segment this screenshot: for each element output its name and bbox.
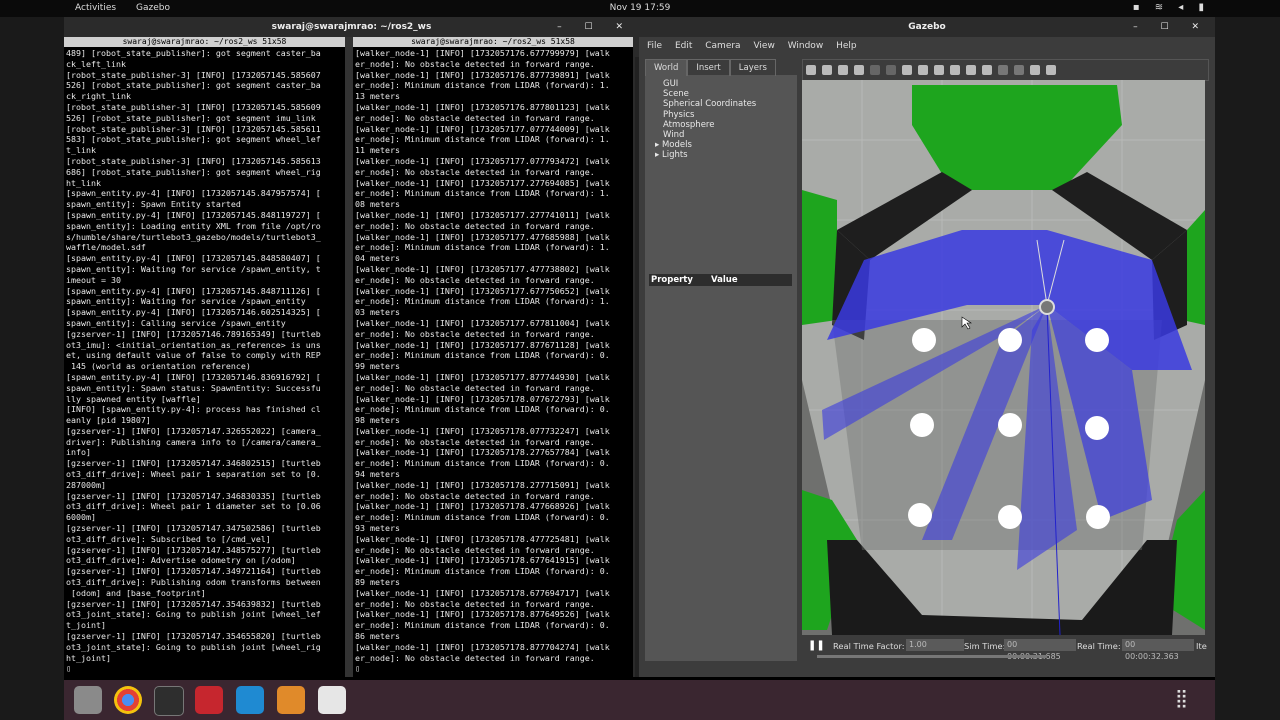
property-column-header: Property (651, 275, 693, 285)
tree-item-models[interactable]: ▸ Models (655, 140, 797, 151)
tree-item-lights[interactable]: ▸ Lights (655, 150, 797, 161)
undo-icon[interactable] (870, 65, 880, 75)
rotate-tool-icon[interactable] (838, 65, 848, 75)
robot (1039, 299, 1055, 315)
pane-divider[interactable] (345, 37, 353, 677)
menu-camera[interactable]: Camera (705, 41, 740, 51)
rtf-label: Real Time Factor: (833, 641, 905, 651)
menu-edit[interactable]: Edit (675, 41, 692, 51)
green-wall-left (802, 190, 837, 325)
clock[interactable]: Nov 19 17:59 (0, 3, 1280, 13)
point-light-icon[interactable] (950, 65, 960, 75)
tree-item-scene[interactable]: Scene (663, 89, 797, 99)
tree-item-label: Models (661, 140, 692, 151)
gazebo-icon[interactable] (277, 686, 305, 714)
menu-bar: File Edit Camera View Window Help (639, 37, 1215, 55)
snap-icon[interactable] (1046, 65, 1056, 75)
pane-title: swaraj@swarajmrao: ~/ros2_ws 51x58 (353, 37, 633, 47)
copy-icon[interactable] (998, 65, 1008, 75)
paste-icon[interactable] (1014, 65, 1024, 75)
window-controls[interactable]: – ☐ ✕ (1133, 17, 1209, 37)
terminal-icon[interactable] (154, 686, 184, 716)
real-time-value: 00 00:00:32.363 (1122, 639, 1194, 661)
menu-help[interactable]: Help (836, 41, 857, 51)
expand-arrow-icon[interactable]: ▸ (655, 150, 662, 160)
box-shape-icon[interactable] (902, 65, 912, 75)
window-controls[interactable]: – ☐ ✕ (557, 17, 633, 37)
tree-item-atmosphere[interactable]: Atmosphere (663, 120, 797, 130)
recycle-bin-icon[interactable] (318, 686, 346, 714)
pane-title: swaraj@swarajmrao: ~/ros2_ws 51x58 (64, 37, 345, 47)
terminal-window: swaraj@swarajmrao: ~/ros2_ws – ☐ ✕ swara… (64, 17, 639, 677)
align-icon[interactable] (1030, 65, 1040, 75)
tab-world[interactable]: World (645, 59, 688, 76)
spot-light-icon[interactable] (966, 65, 976, 75)
panel-tabs: World Insert Layers (645, 59, 797, 76)
gazebo-title: Gazebo (908, 22, 946, 32)
value-column-header: Value (711, 275, 738, 285)
terminator-icon[interactable] (195, 686, 223, 714)
tab-insert[interactable]: Insert (687, 59, 730, 76)
system-tray[interactable]: ▪ ≋ ◂ ▮ (1133, 2, 1210, 13)
scale-tool-icon[interactable] (854, 65, 864, 75)
terminal-titlebar[interactable]: swaraj@swarajmrao: ~/ros2_ws – ☐ ✕ (64, 17, 639, 37)
terminal-title: swaraj@swarajmrao: ~/ros2_ws (271, 22, 432, 32)
desktop-right (1215, 17, 1280, 720)
iterations-label: Ite (1196, 641, 1207, 651)
pause-icon[interactable]: ❚❚ (808, 640, 825, 651)
desktop-left (0, 17, 64, 720)
menu-view[interactable]: View (753, 41, 774, 51)
world-tree: GUI Scene Spherical Coordinates Physics … (645, 75, 797, 161)
tree-item-label: Lights (661, 150, 688, 161)
terminal-pane-right[interactable]: swaraj@swarajmrao: ~/ros2_ws 51x58 [walk… (353, 37, 633, 677)
log-output: 489] [robot_state_publisher]: got segmen… (66, 48, 321, 674)
tree-item-spherical-coordinates[interactable]: Spherical Coordinates (663, 99, 797, 109)
expand-arrow-icon[interactable]: ▸ (655, 140, 662, 150)
dock: ⣿ (64, 680, 1215, 720)
tree-item-gui[interactable]: GUI (663, 79, 797, 89)
status-bar: ❚❚ Real Time Factor: 1.00 Sim Time: 00 0… (802, 635, 1207, 661)
scene-render[interactable] (802, 80, 1205, 635)
tree-item-physics[interactable]: Physics (663, 110, 797, 120)
app-grid-icon[interactable]: ⣿ (1175, 690, 1193, 708)
rtf-value: 1.00 (906, 639, 964, 651)
files-icon[interactable] (74, 686, 102, 714)
menu-file[interactable]: File (647, 41, 662, 51)
directional-light-icon[interactable] (982, 65, 992, 75)
property-table-header: Property Value (649, 274, 792, 286)
sim-time-label: Sim Time: (964, 641, 1006, 651)
chrome-icon[interactable] (114, 686, 142, 714)
terminal-pane-left[interactable]: swaraj@swarajmrao: ~/ros2_ws 51x58 489] … (64, 37, 345, 677)
translate-tool-icon[interactable] (822, 65, 832, 75)
sim-time-value: 00 00:00:31.685 (1004, 639, 1076, 661)
left-panel: World Insert Layers GUI Scene Spherical Co… (645, 59, 797, 661)
status-progress (817, 655, 1047, 658)
tree-item-wind[interactable]: Wind (663, 130, 797, 140)
vscode-icon[interactable] (236, 686, 264, 714)
tab-layers[interactable]: Layers (729, 59, 776, 76)
gazebo-window: Gazebo – ☐ ✕ File Edit Camera View Windo… (639, 17, 1215, 677)
system-top-bar: Activities Gazebo Nov 19 17:59 ▪ ≋ ◂ ▮ (0, 0, 1280, 17)
menu-window[interactable]: Window (788, 41, 824, 51)
sphere-shape-icon[interactable] (918, 65, 928, 75)
toolbar (802, 59, 1209, 81)
3d-viewport[interactable] (802, 80, 1205, 635)
log-output: [walker_node-1] [INFO] [1732057176.67779… (355, 48, 610, 674)
real-time-label: Real Time: (1077, 641, 1121, 651)
cylinder-shape-icon[interactable] (934, 65, 944, 75)
select-tool-icon[interactable] (806, 65, 816, 75)
gazebo-titlebar[interactable]: Gazebo – ☐ ✕ (639, 17, 1215, 37)
redo-icon[interactable] (886, 65, 896, 75)
